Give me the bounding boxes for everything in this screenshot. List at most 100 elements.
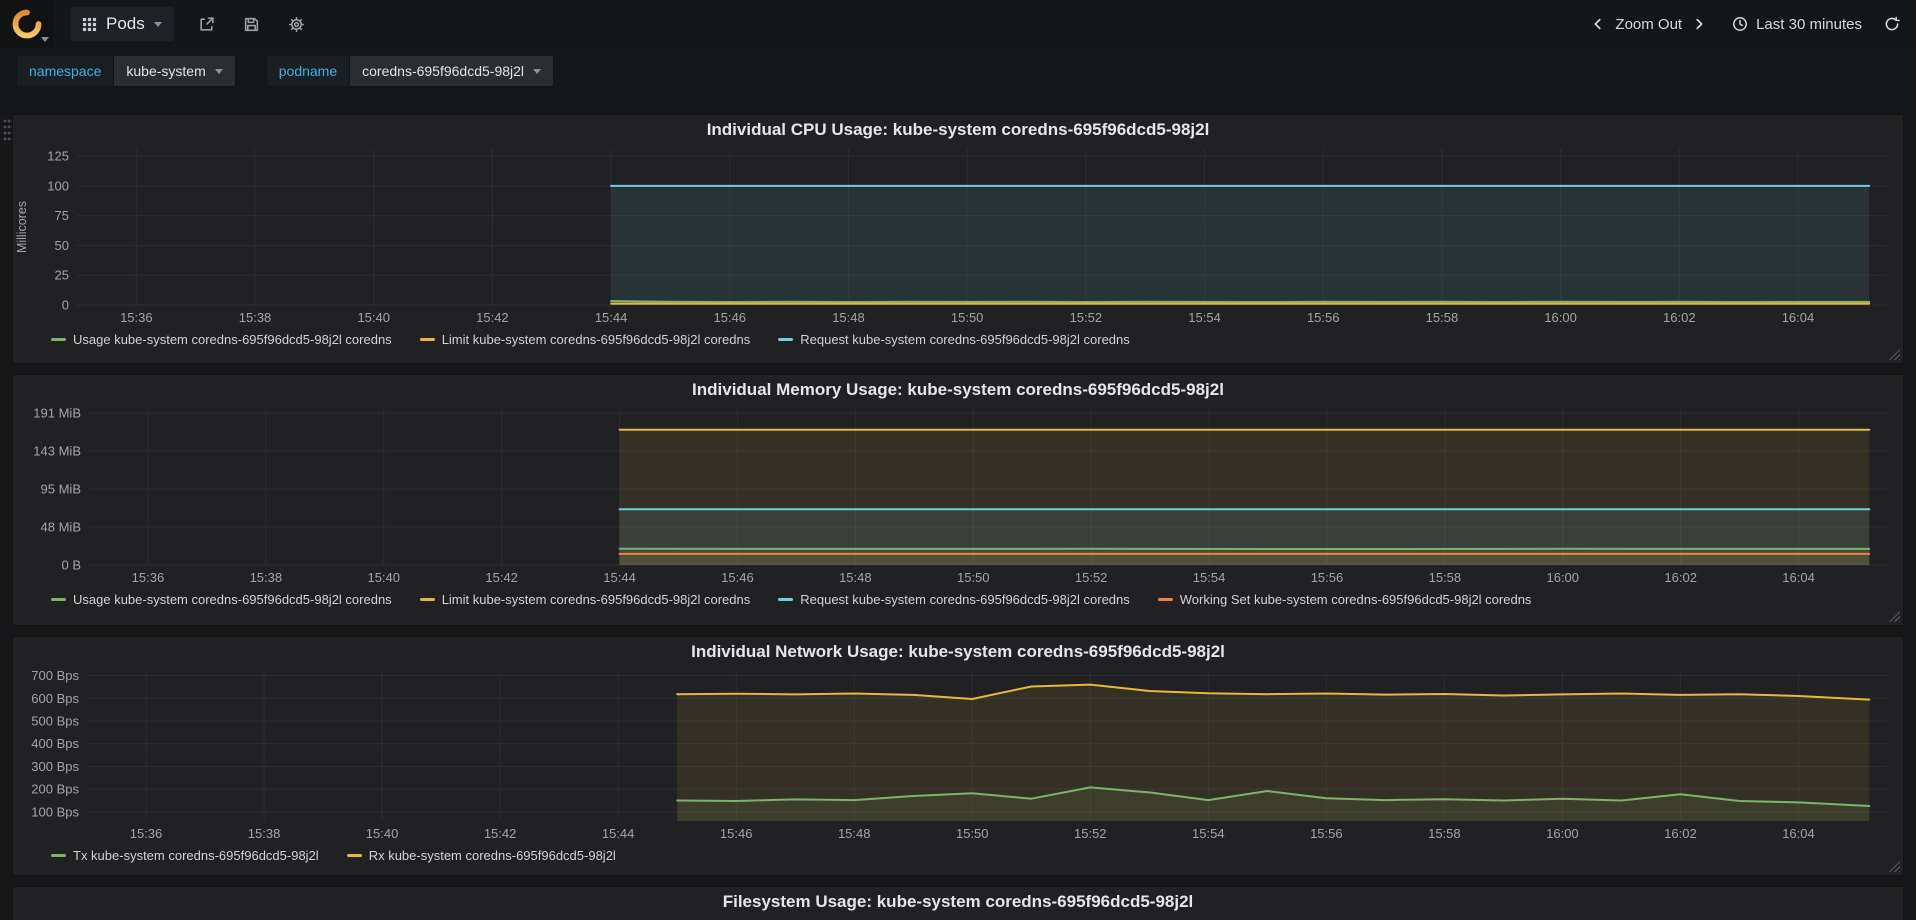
chart-canvas[interactable]: 15:36 15:38 15:40 15:42 15:44 15:46 15:48 15:50…	[13, 663, 1903, 845]
share-dashboard-button[interactable]	[194, 12, 219, 37]
memory-usage-chart[interactable]: 15:36 15:38 15:40 15:42 15:44 15:46 15:48 15:50…	[13, 401, 1903, 589]
x-tick-label: 15:36	[130, 826, 163, 841]
zoom-out-button[interactable]: Zoom Out	[1609, 12, 1688, 37]
dashboard-title: Pods	[106, 14, 145, 33]
x-tick-label: 16:02	[1663, 310, 1696, 325]
panel-network-usage: Individual Network Usage: kube-system co…	[12, 636, 1904, 876]
x-tick-label: 15:44	[595, 310, 628, 325]
panel-resize-handle[interactable]	[1889, 611, 1900, 622]
x-tick-label: 15:58	[1429, 570, 1462, 585]
y-tick-label: 95 MiB	[41, 481, 81, 496]
series-fill	[611, 185, 1870, 305]
x-tick-label: 16:04	[1782, 826, 1815, 841]
legend-item[interactable]: Limit kube-system coredns-695f96dcd5-98j…	[419, 592, 751, 607]
clock-icon	[1733, 17, 1748, 31]
network-usage-chart[interactable]: 15:36 15:38 15:40 15:42 15:44 15:46 15:48 15:50…	[13, 663, 1903, 845]
legend-item[interactable]: Usage kube-system coredns-695f96dcd5-98j…	[51, 332, 392, 347]
x-tick-label: 15:36	[120, 310, 153, 325]
y-tick-label: 191 MiB	[33, 405, 81, 420]
x-tick-label: 15:44	[602, 826, 635, 841]
legend-swatch	[1157, 598, 1173, 601]
legend-label: Limit kube-system coredns-695f96dcd5-98j…	[441, 592, 751, 607]
grafana-logo[interactable]	[0, 0, 54, 48]
x-tick-label: 15:52	[1070, 310, 1103, 325]
time-shift-forward-button[interactable]	[1688, 12, 1710, 36]
save-dashboard-button[interactable]	[239, 12, 264, 37]
legend-label: Working Set kube-system coredns-695f96dc…	[1179, 592, 1532, 607]
y-tick-label: 125	[47, 149, 69, 164]
legend-swatch	[346, 854, 362, 857]
legend-label: Request kube-system coredns-695f96dcd5-9…	[800, 332, 1130, 347]
chart-canvas[interactable]: 15:36 15:38 15:40 15:42 15:44 15:46 15:48 15:50…	[13, 141, 1903, 329]
legend-swatch	[778, 598, 794, 601]
panel-title[interactable]: Individual Memory Usage: kube-system cor…	[13, 375, 1903, 401]
y-tick-label: 600 Bps	[31, 691, 79, 706]
legend-item[interactable]: Rx kube-system coredns-695f96dcd5-98j2l	[346, 848, 616, 863]
variable-namespace-label: namespace	[16, 55, 114, 87]
x-tick-label: 15:38	[239, 310, 272, 325]
variable-namespace-dropdown[interactable]: kube-system	[113, 55, 236, 87]
x-tick-label: 15:48	[838, 826, 871, 841]
share-icon	[200, 16, 214, 31]
variable-podname: podname coredns-695f96dcd5-98j2l	[265, 55, 555, 87]
x-tick-label: 15:54	[1192, 826, 1225, 841]
variable-podname-label: podname	[265, 55, 350, 87]
x-tick-label: 15:42	[476, 310, 509, 325]
panel-title[interactable]: Filesystem Usage: kube-system coredns-69…	[13, 887, 1903, 913]
x-tick-label: 15:42	[484, 826, 517, 841]
x-tick-label: 15:38	[250, 570, 283, 585]
grafana-logo-icon	[12, 9, 42, 39]
x-tick-label: 16:04	[1782, 570, 1815, 585]
row-drag-handle[interactable]	[3, 118, 12, 144]
legend-label: Limit kube-system coredns-695f96dcd5-98j…	[441, 332, 751, 347]
panel-memory-usage: Individual Memory Usage: kube-system cor…	[12, 374, 1904, 626]
variable-podname-value: coredns-695f96dcd5-98j2l	[362, 63, 525, 79]
x-tick-label: 15:48	[832, 310, 865, 325]
gear-icon	[288, 16, 304, 32]
chevron-down-icon	[533, 68, 542, 74]
cpu-usage-chart[interactable]: 15:36 15:38 15:40 15:42 15:44 15:46 15:48 15:50…	[13, 141, 1903, 329]
brand-caret-icon	[41, 37, 49, 42]
variables-bar: namespace kube-system podname coredns-69…	[0, 48, 1916, 94]
y-tick-label: 25	[55, 268, 69, 283]
chevron-down-icon	[214, 68, 223, 74]
dashboard-picker[interactable]: Pods	[70, 7, 174, 41]
refresh-dashboard-button[interactable]	[1884, 16, 1900, 32]
legend-item[interactable]: Limit kube-system coredns-695f96dcd5-98j…	[419, 332, 751, 347]
series-fills	[611, 185, 1870, 305]
x-tick-label: 16:00	[1546, 570, 1579, 585]
variable-podname-dropdown[interactable]: coredns-695f96dcd5-98j2l	[349, 55, 555, 87]
legend-item[interactable]: Tx kube-system coredns-695f96dcd5-98j2l	[51, 848, 319, 863]
chart-canvas[interactable]: 15:36 15:38 15:40 15:42 15:44 15:46 15:48 15:50…	[13, 401, 1903, 589]
x-tick-label: 15:42	[485, 570, 518, 585]
x-tick-label: 15:58	[1428, 826, 1461, 841]
x-tick-label: 15:54	[1188, 310, 1221, 325]
panel-title[interactable]: Individual CPU Usage: kube-system coredn…	[13, 115, 1903, 141]
y-tick-label: 0 B	[61, 558, 81, 573]
x-tick-label: 15:46	[721, 570, 754, 585]
series-line	[610, 300, 1871, 303]
y-tick-label: 75	[55, 208, 69, 223]
legend-item[interactable]: Request kube-system coredns-695f96dcd5-9…	[778, 332, 1130, 347]
dashboard-panels: Individual CPU Usage: kube-system coredn…	[0, 94, 1916, 920]
panel-title[interactable]: Individual Network Usage: kube-system co…	[13, 637, 1903, 663]
legend-item[interactable]: Request kube-system coredns-695f96dcd5-9…	[778, 592, 1130, 607]
legend-swatch	[51, 598, 66, 601]
y-tick-label: 400 Bps	[31, 736, 79, 751]
panel-resize-handle[interactable]	[1889, 349, 1900, 360]
x-tick-label: 16:00	[1546, 826, 1579, 841]
x-tick-label: 15:36	[132, 570, 165, 585]
x-tick-label: 15:50	[956, 826, 989, 841]
x-tick-label: 16:04	[1782, 310, 1815, 325]
time-range-picker-button[interactable]: Last 30 minutes	[1732, 16, 1862, 33]
time-range-label: Last 30 minutes	[1756, 15, 1862, 33]
variable-namespace: namespace kube-system	[16, 55, 236, 87]
top-navbar: Pods Zoom Out Last 30 minutes	[0, 0, 1916, 48]
x-tick-label: 15:56	[1310, 826, 1343, 841]
time-shift-back-button[interactable]	[1587, 12, 1609, 36]
dashboard-settings-button[interactable]	[284, 12, 309, 37]
legend-item[interactable]: Working Set kube-system coredns-695f96dc…	[1157, 592, 1532, 607]
x-tick-label: 16:00	[1544, 310, 1577, 325]
legend-item[interactable]: Usage kube-system coredns-695f96dcd5-98j…	[51, 592, 392, 607]
x-tick-label: 15:40	[367, 570, 400, 585]
